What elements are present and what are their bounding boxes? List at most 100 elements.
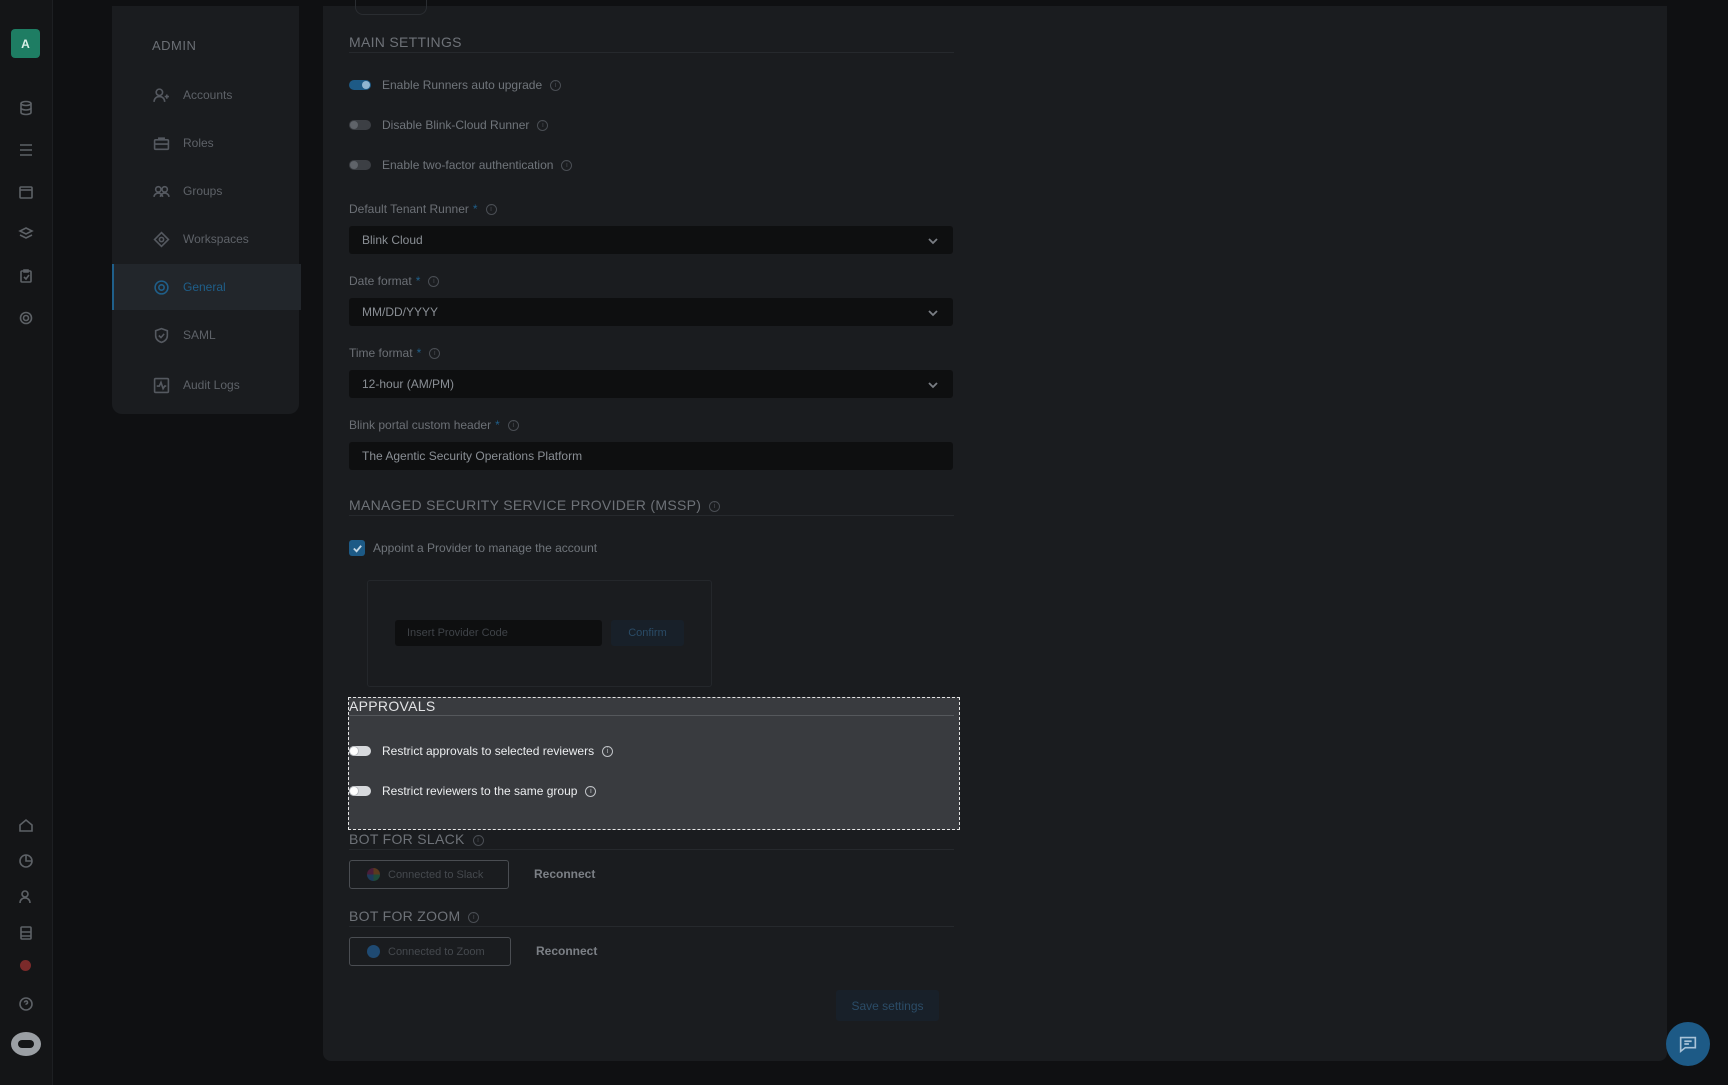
info-icon[interactable]: i <box>428 276 440 288</box>
approvals-title: APPROVALS <box>349 698 436 714</box>
toggle-label: Restrict reviewers to the same group <box>382 784 578 798</box>
sidebar-item-groups[interactable]: Groups <box>112 168 299 214</box>
home-icon[interactable] <box>16 815 36 835</box>
portal-header-input[interactable]: The Agentic Security Operations Platform <box>349 442 953 470</box>
info-icon[interactable]: i <box>561 159 573 171</box>
approvals-section: APPROVALS Restrict approvals to selected… <box>348 697 960 830</box>
connected-to-zoom-button[interactable]: Connected to Zoom <box>349 937 511 966</box>
info-icon[interactable]: i <box>472 834 484 846</box>
layers-icon[interactable] <box>16 224 36 244</box>
slack-reconnect-link[interactable]: Reconnect <box>534 867 595 881</box>
toggle-switch[interactable] <box>349 746 371 756</box>
chat-icon <box>1679 1036 1697 1054</box>
toggle-label: Enable Runners auto upgrade <box>382 78 543 92</box>
provider-code-box: Insert Provider Code Confirm <box>367 580 712 687</box>
user-settings-icon[interactable] <box>16 887 36 907</box>
info-icon[interactable]: i <box>485 204 497 216</box>
appoint-provider-checkbox-row[interactable]: Appoint a Provider to manage the account <box>349 540 597 556</box>
toggle-runners-auto-upgrade[interactable]: Enable Runners auto upgrade i <box>349 78 562 92</box>
toggle-label: Disable Blink-Cloud Runner <box>382 118 530 132</box>
sidebar-item-label: Groups <box>183 184 223 198</box>
zoom-title: BOT FOR ZOOM i <box>349 908 480 924</box>
activity-icon <box>152 376 170 394</box>
time-format-select[interactable]: 12-hour (AM/PM) <box>349 370 953 398</box>
sidebar-item-label: Workspaces <box>183 232 249 246</box>
divider <box>349 849 954 850</box>
shield-icon <box>152 326 170 344</box>
main-settings-title: MAIN SETTINGS <box>349 34 462 50</box>
divider <box>349 715 954 716</box>
divider <box>349 926 954 927</box>
toggle-two-factor-auth[interactable]: Enable two-factor authentication i <box>349 158 573 172</box>
notification-badge[interactable] <box>20 960 31 971</box>
divider <box>349 52 954 53</box>
sidebar-item-general[interactable]: General <box>112 264 301 310</box>
storage-icon[interactable] <box>16 923 36 943</box>
slack-title: BOT FOR SLACK i <box>349 831 484 847</box>
toggle-label: Restrict approvals to selected reviewers <box>382 744 595 758</box>
info-icon[interactable]: i <box>429 348 441 360</box>
settings-icon[interactable] <box>16 308 36 328</box>
users-icon <box>152 86 170 104</box>
sidebar-item-label: Roles <box>183 136 214 150</box>
pie-chart-icon[interactable] <box>16 851 36 871</box>
checkbox-label: Appoint a Provider to manage the account <box>373 541 598 555</box>
sidebar-item-workspaces[interactable]: Workspaces <box>112 216 299 262</box>
sidebar-item-roles[interactable]: Roles <box>112 120 299 166</box>
workspace-avatar[interactable]: A <box>11 29 40 58</box>
info-icon[interactable]: i <box>537 119 549 131</box>
zoom-icon <box>367 945 380 958</box>
sidebar-item-saml[interactable]: SAML <box>112 312 299 358</box>
chat-bot-icon[interactable] <box>11 1032 41 1056</box>
date-format-label: Date format * i <box>349 274 440 288</box>
input-value: The Agentic Security Operations Platform <box>362 449 583 463</box>
chevron-down-icon <box>927 306 939 318</box>
toggle-restrict-approvals[interactable]: Restrict approvals to selected reviewers… <box>349 744 614 758</box>
info-icon[interactable]: i <box>585 785 597 797</box>
connected-to-slack-button[interactable]: Connected to Slack <box>349 860 509 889</box>
chat-support-button[interactable] <box>1666 1022 1710 1066</box>
info-icon[interactable]: i <box>507 420 519 432</box>
clipboard-icon[interactable] <box>16 266 36 286</box>
select-value: MM/DD/YYYY <box>362 305 439 319</box>
portal-header-label: Blink portal custom header * i <box>349 418 519 432</box>
toggle-switch[interactable] <box>349 786 371 796</box>
sidebar-item-label: General <box>183 280 226 294</box>
toggle-switch[interactable] <box>349 80 371 90</box>
toggle-restrict-reviewers[interactable]: Restrict reviewers to the same group i <box>349 784 597 798</box>
calendar-icon[interactable] <box>16 182 36 202</box>
slack-icon <box>367 868 380 881</box>
sidebar-item-accounts[interactable]: Accounts <box>112 72 299 118</box>
info-icon[interactable]: i <box>550 79 562 91</box>
info-icon[interactable]: i <box>709 500 721 512</box>
sidebar-item-label: Audit Logs <box>183 378 240 392</box>
zoom-reconnect-link[interactable]: Reconnect <box>536 944 597 958</box>
sidebar-item-audit-logs[interactable]: Audit Logs <box>112 362 299 408</box>
admin-menu-title: ADMIN <box>152 38 197 53</box>
default-runner-label: Default Tenant Runner * i <box>349 202 497 216</box>
button-label: Connected to Slack <box>388 868 484 881</box>
info-icon[interactable]: i <box>602 745 614 757</box>
database-icon[interactable] <box>16 98 36 118</box>
group-icon <box>152 182 170 200</box>
collapsed-header-tab[interactable] <box>355 0 427 15</box>
toggle-disable-blink-cloud-runner[interactable]: Disable Blink-Cloud Runner i <box>349 118 549 132</box>
button-label: Connected to Zoom <box>388 945 485 958</box>
toggle-switch[interactable] <box>349 120 371 130</box>
chevron-down-icon <box>927 378 939 390</box>
mssp-title: MANAGED SECURITY SERVICE PROVIDER (MSSP)… <box>349 497 721 513</box>
left-rail: A <box>0 0 53 1085</box>
select-value: Blink Cloud <box>362 233 423 247</box>
list-icon[interactable] <box>16 140 36 160</box>
divider <box>349 515 954 516</box>
help-icon[interactable] <box>16 994 36 1014</box>
date-format-select[interactable]: MM/DD/YYYY <box>349 298 953 326</box>
toggle-switch[interactable] <box>349 160 371 170</box>
default-runner-select[interactable]: Blink Cloud <box>349 226 953 254</box>
info-icon[interactable]: i <box>468 911 480 923</box>
appoint-provider-checkbox[interactable] <box>349 540 365 556</box>
save-settings-button[interactable]: Save settings <box>836 990 939 1021</box>
confirm-button[interactable]: Confirm <box>611 620 684 646</box>
select-value: 12-hour (AM/PM) <box>362 377 455 391</box>
provider-code-input[interactable]: Insert Provider Code <box>395 620 602 646</box>
